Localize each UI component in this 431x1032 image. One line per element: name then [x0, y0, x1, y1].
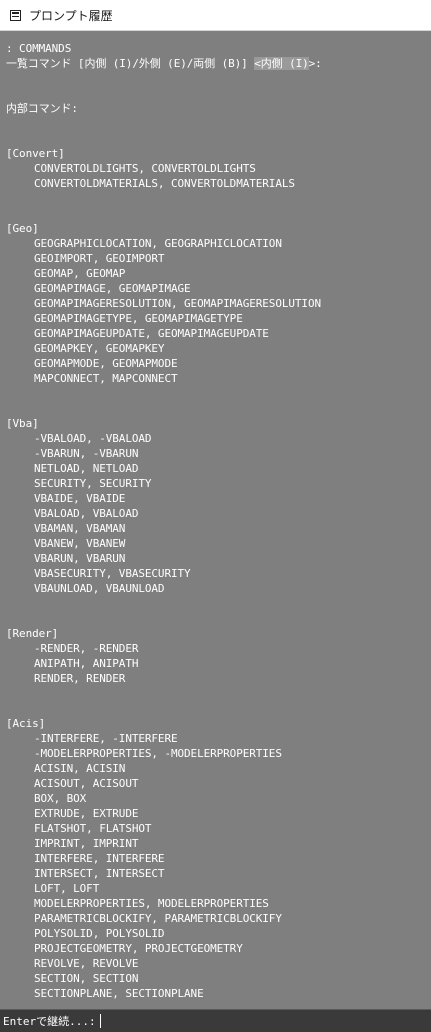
- command-entry: CONVERTOLDMATERIALS, CONVERTOLDMATERIALS: [34, 177, 295, 190]
- command-entry: GEOMAPIMAGEUPDATE, GEOMAPIMAGEUPDATE: [34, 327, 269, 340]
- command-entry: -VBALOAD, -VBALOAD: [34, 432, 152, 445]
- command-entry: VBAUNLOAD, VBAUNLOAD: [34, 582, 165, 595]
- prompt-suffix: >:: [308, 57, 322, 70]
- command-entry: NETLOAD, NETLOAD: [34, 462, 139, 475]
- command-entry: CONVERTOLDLIGHTS, CONVERTOLDLIGHTS: [34, 162, 256, 175]
- command-entry: VBALOAD, VBALOAD: [34, 507, 139, 520]
- command-entry: MODELERPROPERTIES, MODELERPROPERTIES: [34, 897, 269, 910]
- command-entry: GEOMAPIMAGETYPE, GEOMAPIMAGETYPE: [34, 312, 243, 325]
- command-entry: BOX, BOX: [34, 792, 87, 805]
- command-entry: GEOMAP, GEOMAP: [34, 267, 126, 280]
- group-header: [Render]: [6, 627, 59, 640]
- command-groups: [Convert] CONVERTOLDLIGHTS, CONVERTOLDLIG…: [6, 116, 431, 1001]
- group-header: [Acis]: [6, 717, 46, 730]
- command-entry: IMPRINT, IMPRINT: [34, 837, 139, 850]
- command-entry: GEOMAPIMAGERESOLUTION, GEOMAPIMAGERESOLU…: [34, 297, 321, 310]
- command-entry: GEOIMPORT, GEOIMPORT: [34, 252, 165, 265]
- command-entry: SECURITY, SECURITY: [34, 477, 152, 490]
- group-header: [Convert]: [6, 147, 65, 160]
- command-entry: -RENDER, -RENDER: [34, 642, 139, 655]
- command-entry: LOFT, LOFT: [34, 882, 100, 895]
- command-entry: RENDER, RENDER: [34, 672, 126, 685]
- default-option-highlight: <内側 (I): [254, 57, 309, 70]
- command-entry: INTERFERE, INTERFERE: [34, 852, 165, 865]
- command-input-bar[interactable]: Enterで継続...:: [0, 1009, 431, 1032]
- command-entry: -INTERFERE, -INTERFERE: [34, 732, 178, 745]
- command-entry: ACISOUT, ACISOUT: [34, 777, 139, 790]
- command-entry: VBANEW, VBANEW: [34, 537, 126, 550]
- inner-commands-header: 内部コマンド:: [6, 102, 78, 115]
- command-entry: GEOMAPKEY, GEOMAPKEY: [34, 342, 165, 355]
- list-option-prompt: 一覧コマンド [内側 (I)/外側 (E)/両側 (B)] <内側 (I)>:: [6, 56, 431, 71]
- continue-prompt: Enterで継続...:: [3, 1015, 96, 1028]
- command-entry: MAPCONNECT, MAPCONNECT: [34, 372, 178, 385]
- group-header: [Vba]: [6, 417, 39, 430]
- command-history[interactable]: : COMMANDS 一覧コマンド [内側 (I)/外側 (E)/両側 (B)]…: [0, 31, 431, 1009]
- command-entry: GEOMAPMODE, GEOMAPMODE: [34, 357, 178, 370]
- window-title: プロンプト履歴: [29, 8, 113, 23]
- command-entry: PROJECTGEOMETRY, PROJECTGEOMETRY: [34, 942, 243, 955]
- command-entry: REVOLVE, REVOLVE: [34, 957, 139, 970]
- command-entry: SECTION, SECTION: [34, 972, 139, 985]
- command-entry: INTERSECT, INTERSECT: [34, 867, 165, 880]
- command-entry: PARAMETRICBLOCKIFY, PARAMETRICBLOCKIFY: [34, 912, 282, 925]
- command-entry: ANIPATH, ANIPATH: [34, 657, 139, 670]
- command-entry: -MODELERPROPERTIES, -MODELERPROPERTIES: [34, 747, 282, 760]
- prompt-history-window: プロンプト履歴 : COMMANDS 一覧コマンド [内側 (I)/外側 (E)…: [0, 0, 431, 1032]
- command-entry: EXTRUDE, EXTRUDE: [34, 807, 139, 820]
- command-entry: VBAIDE, VBAIDE: [34, 492, 126, 505]
- command-echo-line: : COMMANDS: [6, 42, 72, 55]
- group-header: [Geo]: [6, 222, 39, 235]
- list-option-text: 一覧コマンド [内側 (I)/外側 (E)/両側 (B)]: [6, 57, 255, 70]
- command-entry: GEOMAPIMAGE, GEOMAPIMAGE: [34, 282, 191, 295]
- command-entry: FLATSHOT, FLATSHOT: [34, 822, 152, 835]
- command-entry: VBASECURITY, VBASECURITY: [34, 567, 191, 580]
- command-entry: SECTIONPLANE, SECTIONPLANE: [34, 987, 204, 1000]
- command-entry: VBAMAN, VBAMAN: [34, 522, 126, 535]
- command-entry: GEOGRAPHICLOCATION, GEOGRAPHICLOCATION: [34, 237, 282, 250]
- text-cursor: [99, 1014, 101, 1028]
- command-entry: ACISIN, ACISIN: [34, 762, 126, 775]
- command-entry: -VBARUN, -VBARUN: [34, 447, 139, 460]
- command-entry: POLYSOLID, POLYSOLID: [34, 927, 165, 940]
- title-bar[interactable]: プロンプト履歴: [0, 0, 431, 31]
- command-entry: VBARUN, VBARUN: [34, 552, 126, 565]
- window-icon: [10, 9, 21, 21]
